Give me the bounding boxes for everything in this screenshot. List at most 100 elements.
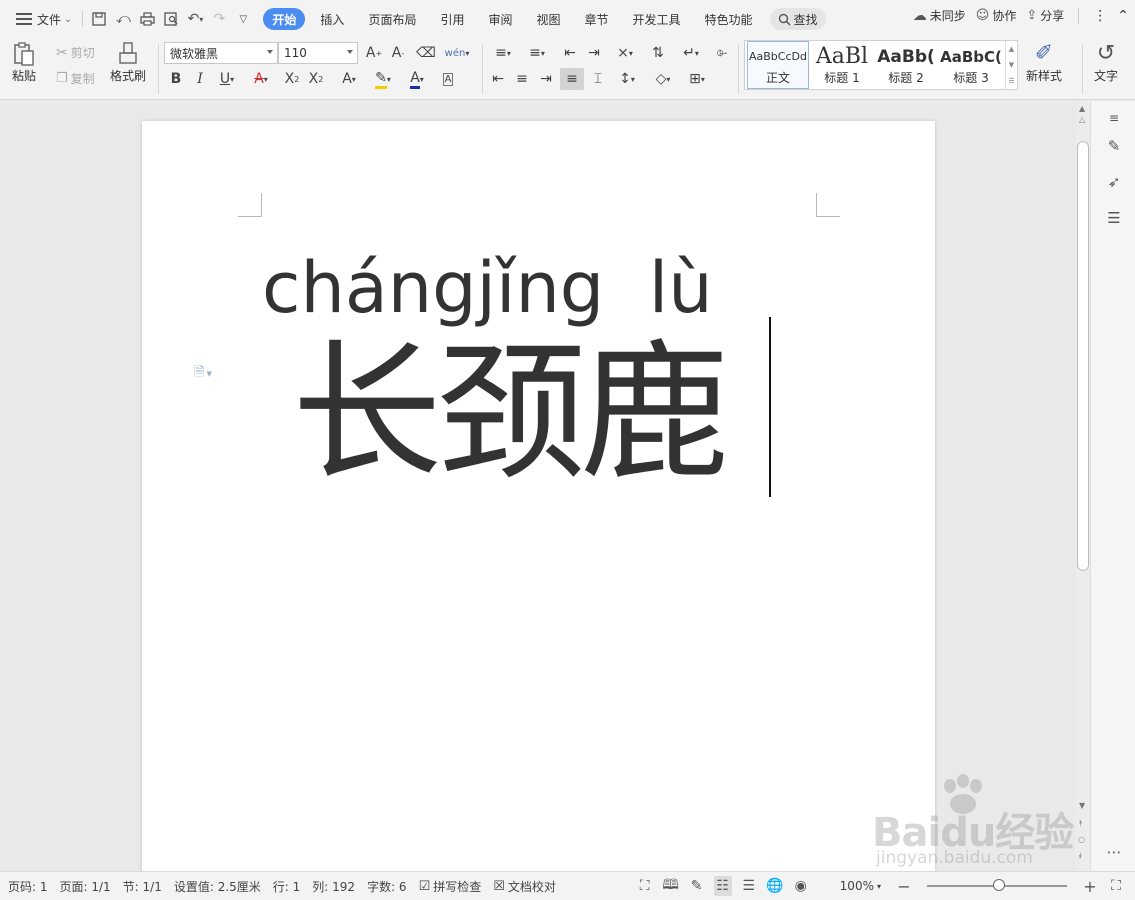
share-button[interactable]: ⇪ 分享 — [1026, 7, 1064, 24]
zoom-slider-thumb[interactable] — [993, 879, 1005, 891]
zoom-out-icon[interactable]: − — [895, 876, 913, 896]
zoom-in-icon[interactable]: + — [1081, 876, 1099, 896]
paste-button[interactable]: 粘贴 — [12, 41, 36, 84]
scrollbar-thumb[interactable] — [1077, 141, 1089, 571]
cut-button[interactable]: ✂ 剪切 — [56, 44, 95, 61]
tab-review[interactable]: 审阅 — [479, 8, 521, 30]
tab-insert[interactable]: 插入 — [311, 8, 353, 30]
tab-home[interactable]: 开始 — [263, 8, 306, 30]
subscript-icon[interactable]: X2 — [304, 68, 328, 90]
paragraph-options[interactable]: 🗎 ▼ — [194, 363, 212, 385]
expand-icon[interactable]: ☰ — [1008, 77, 1014, 85]
web-view-icon[interactable]: 🌐 — [766, 876, 784, 896]
shrink-font-icon[interactable]: A- — [386, 42, 410, 64]
save-icon[interactable] — [87, 7, 111, 31]
tab-references[interactable]: 引用 — [431, 8, 473, 30]
justify-icon[interactable]: ≡ — [560, 68, 584, 90]
font-color-icon[interactable]: A ▾ — [402, 68, 432, 90]
chevron-up-icon[interactable]: ▲ — [1009, 45, 1014, 53]
file-menu[interactable]: 文件 ⌄ — [10, 7, 78, 31]
collapse-pane-icon[interactable]: ≡ — [1103, 107, 1125, 129]
highlight-icon[interactable]: ✎ ▾ — [368, 68, 398, 90]
copy-button[interactable]: ❐ 复制 — [56, 70, 95, 87]
pinyin-guide-icon[interactable]: wén ▾ — [442, 42, 472, 64]
tab-section[interactable]: 章节 — [576, 8, 618, 30]
undo-icon[interactable]: ↶ ▾ — [183, 7, 207, 31]
new-style-button[interactable]: ✐ 新样式 — [1026, 41, 1062, 84]
style-normal[interactable]: AaBbCcDd 正文 — [747, 41, 809, 89]
fit-page-icon[interactable]: ⛶ — [1107, 876, 1125, 896]
italic-icon[interactable]: I — [188, 68, 212, 90]
collapse-ribbon-icon[interactable]: ⌃ — [1117, 8, 1129, 24]
print-preview-icon[interactable] — [159, 7, 183, 31]
numbered-list-icon[interactable]: ≡ ▾ — [522, 42, 552, 64]
reading-mode-icon[interactable]: 🕮 — [662, 876, 680, 896]
bold-icon[interactable]: B — [164, 68, 188, 90]
find-button[interactable]: 查找 — [769, 8, 826, 30]
more-icon[interactable]: ▽ — [231, 7, 255, 31]
distribute-icon[interactable]: ⌶ — [586, 68, 610, 90]
strikethrough-icon[interactable]: A ▾ — [246, 68, 276, 90]
collab-button[interactable]: ☺ 协作 — [976, 7, 1017, 24]
style-heading-1[interactable]: AaBl 标题 1 — [811, 41, 873, 89]
settings-sliders-icon[interactable]: ☰ — [1103, 207, 1125, 229]
align-center-icon[interactable]: ≡ — [510, 68, 534, 90]
decrease-indent-icon[interactable]: ⇤ — [558, 42, 582, 64]
scroll-page-up-icon[interactable]: △ — [1079, 115, 1085, 124]
undo-history-icon[interactable]: ⤺ — [111, 7, 135, 31]
print-icon[interactable] — [135, 7, 159, 31]
scroll-up-icon[interactable]: ▲ — [1079, 104, 1085, 113]
text-tools-button[interactable]: ↺ 文字 — [1094, 41, 1118, 84]
select-cursor-icon[interactable]: ➶ — [1103, 171, 1125, 193]
status-section[interactable]: 节: 1/1 — [117, 878, 168, 895]
pen-icon[interactable]: ✎ — [688, 876, 706, 896]
redo-icon[interactable]: ↷ — [207, 7, 231, 31]
zoom-slider[interactable] — [927, 879, 1067, 891]
style-heading-2[interactable]: AaBb( 标题 2 — [875, 41, 937, 89]
text-effect-icon[interactable]: A ▾ — [334, 68, 364, 90]
char-border-icon[interactable]: A — [436, 68, 460, 90]
status-setting-value[interactable]: 设置值: 2.5厘米 — [168, 878, 267, 895]
status-page-number[interactable]: 页码: 1 — [0, 878, 54, 895]
more-options-icon[interactable]: ⋮ — [1093, 8, 1107, 24]
doc-proof-button[interactable]: ☒ 文档校对 — [487, 878, 562, 895]
page-view-icon[interactable]: ☷ — [713, 876, 732, 896]
tab-page-layout[interactable]: 页面布局 — [359, 8, 425, 30]
outline-view-icon[interactable]: ☰ — [740, 876, 758, 896]
status-pages[interactable]: 页面: 1/1 — [54, 878, 117, 895]
increase-indent-icon[interactable]: ⇥ — [582, 42, 606, 64]
document-canvas[interactable]: 🗎 ▼ chángjǐng lù 长颈鹿 — [0, 101, 1076, 871]
borders-icon[interactable]: ⊞ ▾ — [682, 68, 712, 90]
tab-features[interactable]: 特色功能 — [696, 8, 762, 30]
sort-icon[interactable]: ⇅ — [646, 42, 670, 64]
show-marks-icon[interactable]: ↵ ▾ — [676, 42, 706, 64]
chevron-down-icon[interactable]: ▼ — [1009, 61, 1014, 69]
status-word-count[interactable]: 字数: 6 — [361, 878, 413, 895]
bullet-list-icon[interactable]: ≡ ▾ — [488, 42, 518, 64]
font-name-select[interactable]: 微软雅黑 — [164, 42, 278, 64]
more-icon[interactable]: ⋯ — [1103, 841, 1125, 863]
zoom-level-select[interactable]: 100% ▾ — [834, 879, 887, 893]
style-heading-3[interactable]: AaBbC( 标题 3 — [939, 41, 1003, 89]
grow-font-icon[interactable]: A + — [362, 42, 386, 64]
chinese-layout-icon[interactable]: ⨯ ▾ — [610, 42, 640, 64]
align-left-icon[interactable]: ⇤ — [486, 68, 510, 90]
shading-icon[interactable]: ◇ ▾ — [648, 68, 678, 90]
document-text[interactable]: 长颈鹿 — [292, 329, 730, 499]
spell-check-button[interactable]: ☑ 拼写检查 — [413, 878, 488, 895]
style-gallery-scroll[interactable]: ▲ ▼ ☰ — [1005, 41, 1017, 89]
sync-button[interactable]: ☁ 未同步 — [913, 7, 966, 24]
clear-format-icon[interactable]: ⌫ — [414, 42, 438, 64]
ruler-icon[interactable]: ⌱ — [710, 42, 734, 64]
line-spacing-icon[interactable]: ↕ ▾ — [612, 68, 642, 90]
superscript-icon[interactable]: X2 — [280, 68, 304, 90]
document-page[interactable]: 🗎 ▼ chángjǐng lù 长颈鹿 — [142, 121, 935, 871]
eye-protection-icon[interactable]: ◉ — [792, 876, 810, 896]
fullscreen-icon[interactable]: ⛶ — [636, 876, 654, 896]
vertical-scrollbar[interactable]: ▲ △ ▼ ⯭ ○ ⯯ — [1076, 101, 1090, 871]
font-size-select[interactable]: 110 — [278, 42, 358, 64]
align-right-icon[interactable]: ⇥ — [534, 68, 558, 90]
tab-developer[interactable]: 开发工具 — [624, 8, 690, 30]
tab-view[interactable]: 视图 — [527, 8, 569, 30]
edit-icon[interactable]: ✎ — [1103, 135, 1125, 157]
